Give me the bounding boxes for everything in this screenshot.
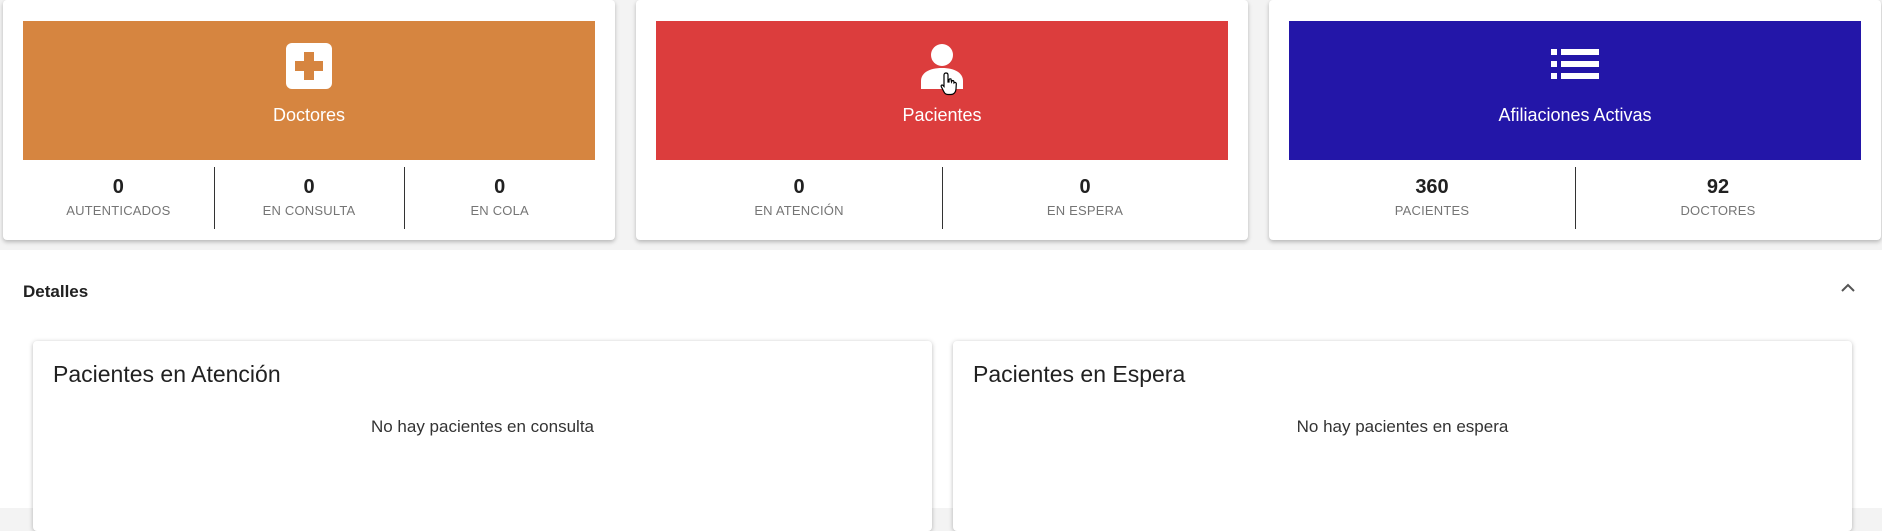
stat-value: 0 xyxy=(494,176,506,198)
stat-value: 0 xyxy=(303,176,315,198)
stat-value: 0 xyxy=(793,176,805,198)
stat-label: EN ESPERA xyxy=(1046,203,1124,218)
stat-label: EN COLA xyxy=(470,203,529,218)
list-icon xyxy=(1551,49,1599,84)
stat-authenticated: 0 AUTENTICADOS xyxy=(23,166,214,228)
stat-label: EN CONSULTA xyxy=(262,203,356,218)
doctors-card: Doctores 0 AUTENTICADOS 0 EN CONSULTA 0 … xyxy=(3,0,615,240)
stat-in-queue: 0 EN COLA xyxy=(404,166,595,229)
stat-label: EN ATENCIÓN xyxy=(754,203,844,218)
chevron-up-icon[interactable] xyxy=(1838,278,1858,298)
stat-value: 0 xyxy=(1079,176,1091,198)
doctors-card-header[interactable]: Doctores xyxy=(23,21,595,160)
details-section: Detalles Pacientes en Atención No hay pa… xyxy=(0,250,1882,531)
doctors-card-title: Doctores xyxy=(272,105,346,125)
patients-card: Pacientes 0 EN ATENCIÓN 0 EN ESPERA xyxy=(636,0,1248,240)
stat-label: AUTENTICADOS xyxy=(66,203,171,218)
stat-value: 92 xyxy=(1706,176,1730,198)
stat-value: 360 xyxy=(1415,176,1449,198)
affiliations-card: Afiliaciones Activas 360 PACIENTES 92 DO… xyxy=(1269,0,1881,240)
doctors-stats: 0 AUTENTICADOS 0 EN CONSULTA 0 EN COLA xyxy=(23,166,595,229)
patients-waiting-panel: Pacientes en Espera No hay pacientes en … xyxy=(953,341,1852,531)
patients-stats: 0 EN ATENCIÓN 0 EN ESPERA xyxy=(656,166,1228,229)
stat-value: 0 xyxy=(112,176,124,198)
patients-card-header[interactable]: Pacientes xyxy=(656,21,1228,160)
patients-in-attention-panel: Pacientes en Atención No hay pacientes e… xyxy=(33,341,932,531)
details-title: Detalles xyxy=(23,282,89,301)
empty-message: No hay pacientes en espera xyxy=(1296,417,1509,436)
stat-in-attention: 0 EN ATENCIÓN xyxy=(656,166,942,228)
stat-in-consultation: 0 EN CONSULTA xyxy=(213,166,405,229)
stat-label: PACIENTES xyxy=(1394,203,1470,218)
stat-doctors: 92 DOCTORES xyxy=(1575,166,1861,229)
panel-title: Pacientes en Espera xyxy=(973,361,1186,387)
affiliations-stats: 360 PACIENTES 92 DOCTORES xyxy=(1289,166,1861,229)
summary-area: Doctores 0 AUTENTICADOS 0 EN CONSULTA 0 … xyxy=(0,0,1882,250)
medical-cross-icon xyxy=(286,43,332,94)
patients-card-title: Pacientes xyxy=(902,105,982,125)
stat-waiting: 0 EN ESPERA xyxy=(942,166,1228,229)
stat-label: DOCTORES xyxy=(1680,203,1756,218)
person-icon xyxy=(919,43,965,94)
affiliations-card-title: Afiliaciones Activas xyxy=(1498,105,1652,125)
empty-message: No hay pacientes en consulta xyxy=(370,417,595,436)
affiliations-card-header[interactable]: Afiliaciones Activas xyxy=(1289,21,1861,160)
panel-title: Pacientes en Atención xyxy=(53,361,281,387)
stat-patients: 360 PACIENTES xyxy=(1289,166,1575,228)
